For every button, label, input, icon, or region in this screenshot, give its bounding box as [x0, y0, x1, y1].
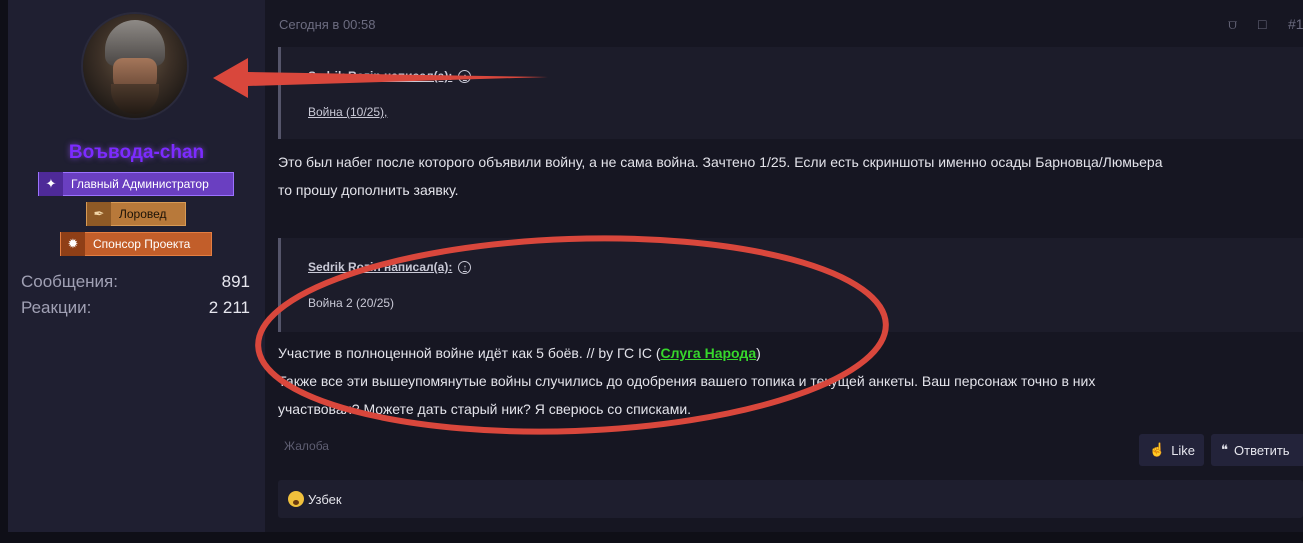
- like-label: Like: [1171, 442, 1196, 458]
- reaction-users[interactable]: Узбек: [308, 492, 342, 507]
- avatar-beard: [111, 84, 159, 114]
- flame-icon: ✦: [39, 172, 63, 196]
- reply-label: Ответить: [1234, 442, 1290, 458]
- badge-label: Лоровед: [119, 207, 167, 221]
- quote-icon: ❝: [1221, 442, 1228, 457]
- quote-body: Война 2 (20/25): [308, 296, 395, 310]
- post-line: то прошу дополнить заявку.: [278, 182, 459, 198]
- post-line: Участие в полноценной войне идёт как 5 б…: [278, 339, 1095, 367]
- post-date[interactable]: Сегодня в 00:58: [279, 17, 375, 32]
- post-text: ): [756, 345, 761, 361]
- quote-author-name[interactable]: Sedrik Rozin написал(а):: [308, 69, 452, 83]
- post-number[interactable]: #1: [1288, 16, 1303, 32]
- stat-value: 2 211: [208, 298, 250, 317]
- badge-admin: ✦ Главный Администратор: [38, 172, 234, 196]
- badge-lorekeeper: ✒ Лоровед: [86, 202, 186, 226]
- post-line: Также все эти вышеупомянутые войны случи…: [278, 373, 1096, 389]
- stat-label: Сообщения:: [21, 272, 118, 291]
- quote-body[interactable]: Война (10/25),: [308, 105, 387, 119]
- stat-reactions: Реакции: 2 211: [21, 298, 250, 318]
- reply-button[interactable]: ❝ Ответить: [1211, 434, 1303, 466]
- reactions-bar[interactable]: Узбек: [278, 480, 1303, 518]
- post-paragraph: Это был набег после которого объявили во…: [278, 148, 1162, 204]
- username[interactable]: Воъвода-chan: [8, 142, 265, 164]
- thumbs-up-icon: ☝: [1149, 442, 1166, 457]
- quote-author[interactable]: Sedrik Rozin написал(а): ↑: [308, 69, 472, 83]
- bookmark-icon[interactable]: □: [1258, 16, 1266, 32]
- stat-messages: Сообщения: 891: [21, 272, 250, 292]
- badge-label: Спонсор Проекта: [93, 237, 191, 251]
- stat-label: Реакции:: [21, 298, 92, 317]
- quill-icon: ✒: [87, 202, 111, 226]
- report-link[interactable]: Жалоба: [284, 439, 329, 453]
- quote-author-name[interactable]: Sedrik Rozin написал(а):: [308, 260, 452, 274]
- post-text: Участие в полноценной войне идёт как 5 б…: [278, 345, 661, 361]
- avatar[interactable]: [83, 14, 187, 118]
- quote-author[interactable]: Sedrik Rozin написал(а): ↑: [308, 260, 472, 274]
- sparkle-icon: ✹: [61, 232, 85, 256]
- badge-label: Главный Администратор: [71, 177, 209, 191]
- like-button[interactable]: ☝ Like: [1139, 434, 1204, 466]
- post-line: Это был набег после которого объявили во…: [278, 154, 1163, 170]
- badge-sponsor: ✹ Спонсор Проекта: [60, 232, 212, 256]
- post-line: участвовал? Можете дать старый ник? Я св…: [278, 401, 692, 417]
- arrow-up-circle-icon[interactable]: ↑: [458, 260, 472, 274]
- flushed-face-icon: [288, 491, 304, 507]
- quote-block: Sedrik Rozin написал(а): ↑ Война (10/25)…: [278, 47, 1303, 139]
- quote-block: Sedrik Rozin написал(а): ↑ Война 2 (20/2…: [278, 238, 1303, 332]
- post-paragraph: Участие в полноценной войне идёт как 5 б…: [278, 339, 1095, 423]
- stat-value: 891: [221, 272, 250, 291]
- user-mention-link[interactable]: Слуга Народа: [661, 345, 757, 361]
- arrow-up-circle-icon[interactable]: ↑: [458, 69, 472, 83]
- share-icon[interactable]: ⩌: [1228, 16, 1237, 33]
